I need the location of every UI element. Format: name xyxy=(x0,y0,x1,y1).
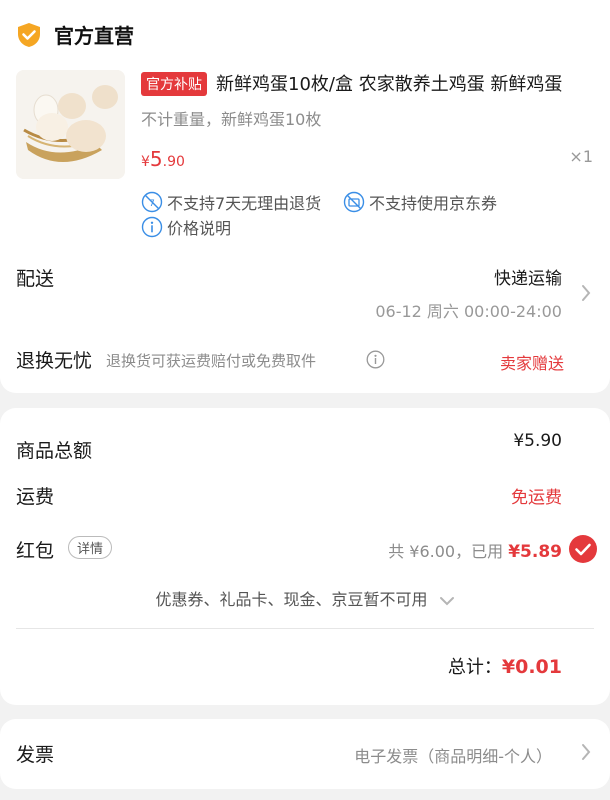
grand-total-value: ¥0.01 xyxy=(501,656,562,678)
invoice-card[interactable]: 发票 电子发票（商品明细-个人） xyxy=(0,719,610,789)
service-label: 不支持7天无理由退货 xyxy=(167,194,322,213)
invoice-label: 发票 xyxy=(16,744,55,766)
price-explanation[interactable]: 价格说明 xyxy=(141,215,231,239)
grand-total-label: 总计： xyxy=(447,657,502,678)
divider xyxy=(16,628,594,629)
product-spec: 不计重量，新鲜鸡蛋10枚 xyxy=(141,110,322,129)
redpacket-detail-button[interactable]: 详情 xyxy=(68,536,113,559)
official-shield-icon xyxy=(16,22,42,52)
service-label: 不支持使用京东券 xyxy=(369,194,498,213)
no-return-icon: 7 xyxy=(141,191,163,213)
redpacket-value[interactable]: 共 ¥6.00，已用 ¥5.89 xyxy=(388,538,562,562)
eggs-image xyxy=(16,70,125,179)
check-icon[interactable] xyxy=(568,534,598,568)
shipping-value: 免运费 xyxy=(511,488,562,508)
info-icon xyxy=(141,216,163,238)
redpacket-used: ¥5.89 xyxy=(508,542,562,562)
product-quantity: ×1 xyxy=(569,147,593,166)
store-title[interactable]: 官方直营 xyxy=(54,20,134,49)
coupon-unavailable-note[interactable]: 优惠券、礼品卡、现金、京豆暂不可用 xyxy=(0,586,610,610)
delivery-time[interactable]: 06-12 周六 00:00-24:00 xyxy=(375,298,562,322)
chevron-right-icon[interactable] xyxy=(580,743,592,765)
invoice-value[interactable]: 电子发票（商品明细-个人） xyxy=(354,743,552,767)
price-summary-card: 商品总额 ¥5.90 运费 免运费 红包 详情 共 ¥6.00，已用 ¥5.89… xyxy=(0,408,610,705)
delivery-label: 配送 xyxy=(16,268,55,290)
product-price: ¥5.90 xyxy=(141,147,185,171)
price-integer: 5 xyxy=(149,147,163,171)
service-no-coupon[interactable]: 不支持使用京东券 xyxy=(343,190,497,214)
product-image[interactable] xyxy=(16,70,125,179)
delivery-method[interactable]: 快递运输 xyxy=(494,264,562,289)
subsidy-tag: 官方补贴 xyxy=(141,72,207,96)
redpacket-label: 红包 xyxy=(16,540,55,562)
order-item-card: 官方直营 官方补贴 新鲜鸡蛋10枚/盒 农家散养土鸡蛋 新鲜鸡蛋 不计重量，新鲜… xyxy=(0,0,610,393)
no-coupon-icon xyxy=(343,191,365,213)
return-service-status: 卖家赠送 xyxy=(499,354,564,373)
chevron-right-icon[interactable] xyxy=(580,284,592,306)
coupon-note-text: 优惠券、礼品卡、现金、京豆暂不可用 xyxy=(155,590,428,609)
grand-total: 总计：¥0.01 xyxy=(448,653,562,679)
chevron-down-icon xyxy=(439,596,454,605)
product-title[interactable]: 新鲜鸡蛋10枚/盒 农家散养土鸡蛋 新鲜鸡蛋 xyxy=(216,70,592,96)
return-service-desc: 退换货可获运费赔付或免费取件 xyxy=(106,352,317,370)
redpacket-total: 共 ¥6.00，已用 xyxy=(388,542,504,561)
price-currency: ¥ xyxy=(141,154,150,170)
return-service-label: 退换无忧 xyxy=(16,350,93,372)
price-decimal: .90 xyxy=(162,154,185,170)
service-no-return[interactable]: 7 不支持7天无理由退货 xyxy=(141,190,321,214)
service-label: 价格说明 xyxy=(167,219,232,238)
info-icon[interactable] xyxy=(366,350,385,373)
goods-total-label: 商品总额 xyxy=(16,440,93,462)
shipping-label: 运费 xyxy=(16,486,55,508)
goods-total-value: ¥5.90 xyxy=(513,431,562,451)
